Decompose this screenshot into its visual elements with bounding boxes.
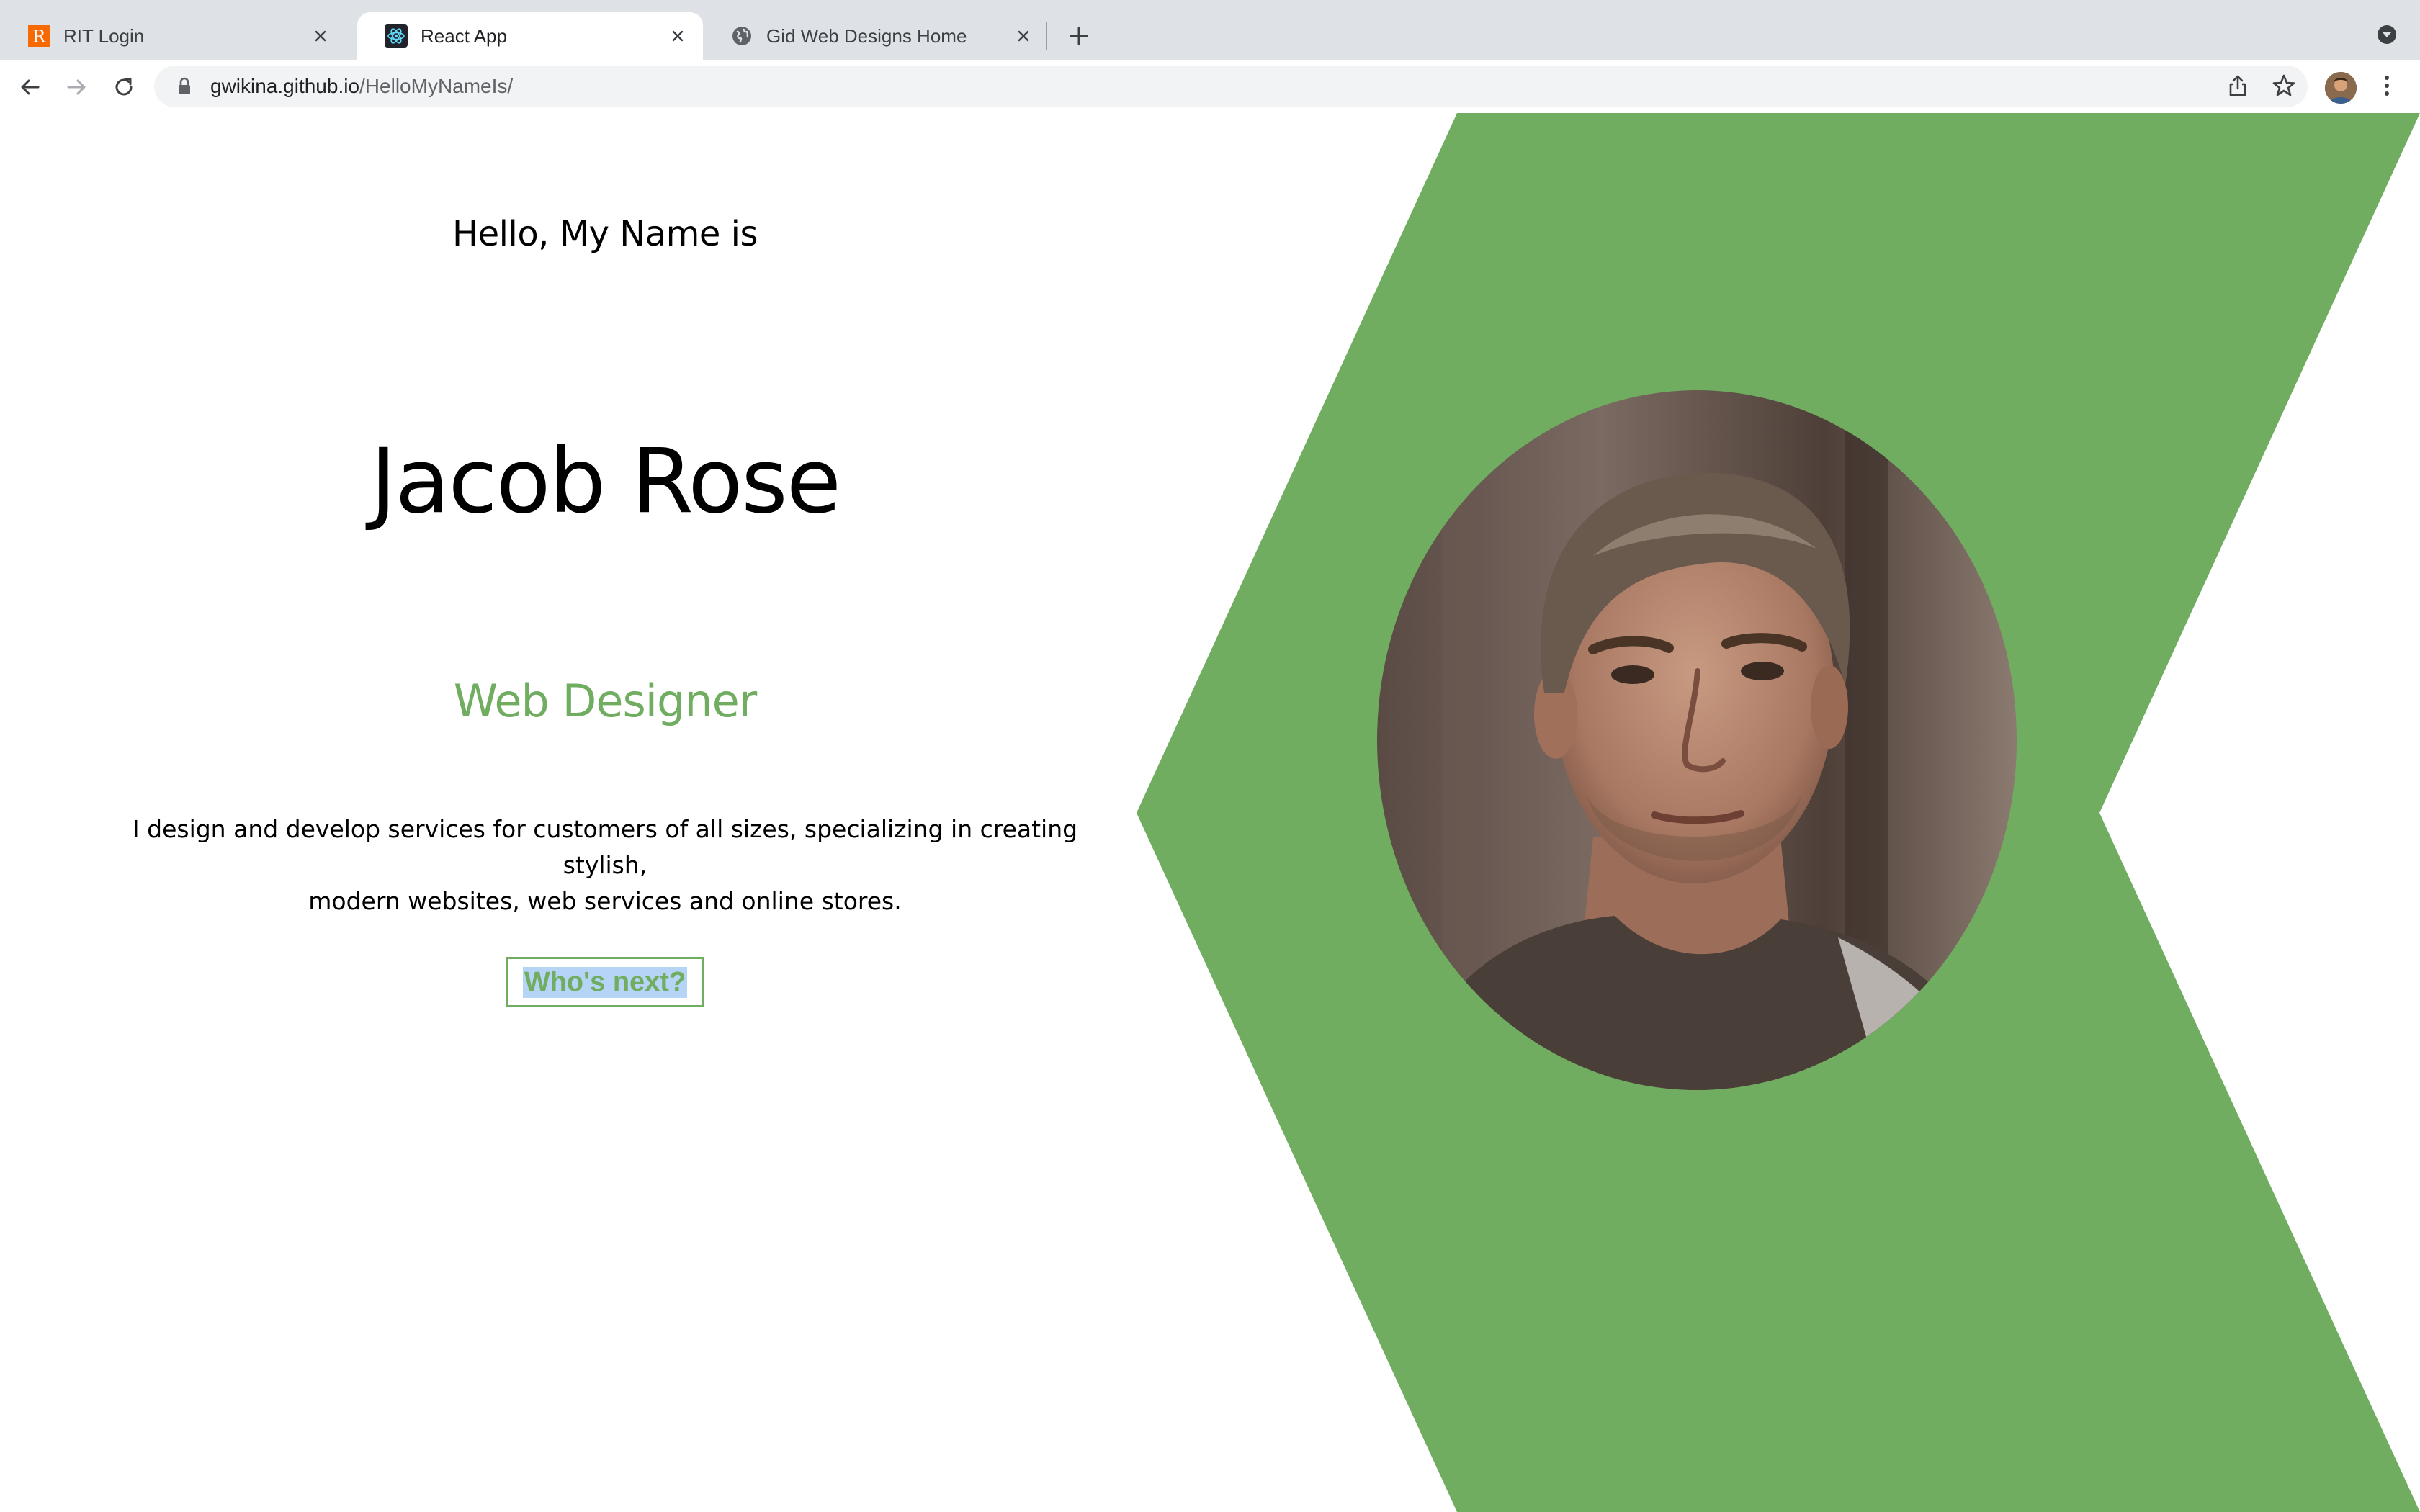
- share-button[interactable]: [2222, 70, 2254, 102]
- tab-search-chevron-icon[interactable]: [2375, 23, 2398, 46]
- bio-paragraph: I design and develop services for custom…: [101, 811, 1109, 919]
- tab-title: RIT Login: [63, 24, 145, 47]
- browser-toolbar: gwikina.github.io/HelloMyNameIs/: [0, 60, 2420, 112]
- svg-text:R: R: [32, 27, 46, 47]
- tab-close-icon[interactable]: [667, 25, 689, 47]
- lock-icon[interactable]: [176, 76, 193, 96]
- person-name-heading: Jacob Rose: [369, 430, 841, 534]
- greeting-text: Hello, My Name is: [452, 214, 758, 254]
- url-text[interactable]: gwikina.github.io/HelloMyNameIs/: [210, 75, 513, 98]
- profile-photo: [1377, 390, 2017, 1090]
- tab-strip: R RIT Login React App Gid Web Designs Ho…: [0, 0, 2420, 60]
- whos-next-label: Who's next?: [522, 966, 688, 998]
- globe-icon: [730, 24, 753, 48]
- tab-rit-login[interactable]: R RIT Login: [0, 12, 346, 60]
- arrow-right-icon: [67, 79, 86, 95]
- url-path: /HelloMyNameIs/: [359, 75, 514, 97]
- job-title: Web Designer: [453, 675, 758, 727]
- whos-next-button[interactable]: Who's next?: [506, 957, 704, 1007]
- reload-button[interactable]: [108, 71, 140, 103]
- react-favicon-icon: [385, 24, 408, 48]
- tab-gid-web-designs[interactable]: Gid Web Designs Home: [703, 12, 1049, 60]
- rit-favicon-icon: R: [27, 24, 50, 48]
- profile-avatar[interactable]: [2325, 72, 2357, 104]
- share-icon: [2229, 75, 2246, 96]
- address-bar[interactable]: gwikina.github.io/HelloMyNameIs/: [154, 66, 2308, 107]
- new-tab-button[interactable]: [1065, 22, 1093, 50]
- tab-react-app[interactable]: React App: [357, 12, 703, 60]
- page-viewport: Hello, My Name is Jacob Rose Web Designe…: [0, 113, 2420, 1512]
- tab-close-icon[interactable]: [310, 25, 331, 47]
- intro-section: Hello, My Name is Jacob Rose Web Designe…: [0, 113, 1210, 1512]
- tab-title: React App: [421, 24, 507, 47]
- bio-line: I design and develop services for custom…: [132, 815, 1078, 879]
- star-icon: [2272, 74, 2295, 96]
- back-button[interactable]: [14, 71, 46, 103]
- tab-separator: [1046, 22, 1047, 50]
- browser-menu-button[interactable]: [2371, 70, 2403, 102]
- bookmark-button[interactable]: [2268, 70, 2300, 102]
- url-host: gwikina.github.io: [210, 75, 360, 97]
- kebab-menu-icon: [2385, 76, 2389, 96]
- tab-title: Gid Web Designs Home: [766, 24, 967, 47]
- tab-close-icon[interactable]: [1013, 25, 1034, 47]
- bio-line: modern websites, web services and online…: [308, 887, 902, 915]
- reload-icon: [115, 78, 133, 96]
- arrow-left-icon: [21, 79, 40, 95]
- forward-button[interactable]: [60, 71, 92, 103]
